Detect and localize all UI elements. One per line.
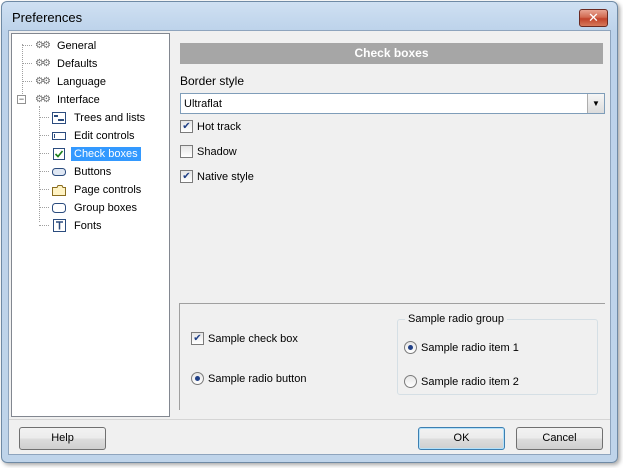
tree-connector [22,45,32,46]
preferences-window: Preferences ✕ ⚙⚙ General ⚙⚙ Defaults ⚙⚙ [1,1,618,463]
border-style-value: Ultraflat [184,97,222,110]
gear-icon: ⚙⚙ [35,94,51,105]
ok-button[interactable]: OK [418,427,505,450]
gear-icon: ⚙⚙ [35,76,51,87]
dialog-body: ⚙⚙ General ⚙⚙ Defaults ⚙⚙ Language − ⚙⚙ … [8,30,611,455]
tree-item-label: Fonts [74,219,102,232]
page-control-icon [51,183,67,197]
hot-track-checkbox[interactable]: ✔ Hot track [180,120,241,133]
dropdown-arrow-icon[interactable]: ▼ [587,94,604,113]
tree-item-fonts[interactable]: Fonts [39,217,105,234]
checkbox-icon [51,147,67,161]
sample-radio-group-title: Sample radio group [405,313,508,325]
native-style-label: Native style [197,170,254,183]
tree-item-label: Trees and lists [74,111,146,124]
radio-selected-icon[interactable] [404,341,417,354]
sample-check-box[interactable]: ✔ Sample check box [191,332,298,345]
tree-item-label: Buttons [74,165,112,178]
tree-connector [22,81,32,82]
tree-item-label: Defaults [57,57,98,70]
checkbox-checked-icon[interactable]: ✔ [180,170,193,183]
tree-connector [39,135,49,136]
native-style-checkbox[interactable]: ✔ Native style [180,170,254,183]
sample-check-box-label: Sample check box [208,332,298,345]
tree-item-check-boxes[interactable]: Check boxes [39,145,141,162]
tree-connector [39,153,49,154]
tree-list-icon [51,111,67,125]
section-header: Check boxes [180,43,603,64]
tree-item-interface[interactable]: − ⚙⚙ Interface [17,91,103,108]
tree-item-edit-controls[interactable]: Edit controls [39,127,138,144]
tree-item-label: Interface [57,93,100,106]
window-title: Preferences [12,10,83,25]
title-bar[interactable]: Preferences ✕ [2,2,617,30]
tree-connector [22,63,32,64]
tree-item-defaults[interactable]: ⚙⚙ Defaults [22,55,100,72]
tree-connector [39,117,49,118]
tree-item-label: Check boxes [71,146,141,161]
sample-radio-item-2-label: Sample radio item 2 [421,375,519,388]
close-icon: ✕ [588,10,599,25]
tree-item-buttons[interactable]: Buttons [39,163,114,180]
tree-item-label: Page controls [74,183,142,196]
hot-track-label: Hot track [197,120,242,133]
sample-radio-item-1[interactable]: Sample radio item 1 [404,341,519,354]
preferences-tree: ⚙⚙ General ⚙⚙ Defaults ⚙⚙ Language − ⚙⚙ … [11,33,170,417]
border-style-label: Border style [180,74,245,88]
tree-item-language[interactable]: ⚙⚙ Language [22,73,109,90]
checkbox-unchecked-icon[interactable] [180,145,193,158]
button-icon [51,165,67,179]
tree-item-page-controls[interactable]: Page controls [39,181,144,198]
gear-icon: ⚙⚙ [35,58,51,69]
tree-item-label: Edit controls [74,129,135,142]
tree-item-trees-and-lists[interactable]: Trees and lists [39,109,148,126]
help-button[interactable]: Help [19,427,106,450]
radio-unselected-icon[interactable] [404,375,417,388]
radio-selected-icon[interactable] [191,372,204,385]
tree-item-label: Language [57,75,106,88]
divider [9,419,610,420]
tree-item-label: General [57,39,97,52]
sample-radio-item-1-label: Sample radio item 1 [421,341,519,354]
font-icon [51,219,67,233]
tree-item-general[interactable]: ⚙⚙ General [22,37,99,54]
group-box-icon [51,201,67,215]
sample-radio-button-label: Sample radio button [208,372,307,385]
gear-icon: ⚙⚙ [35,40,51,51]
collapse-icon[interactable]: − [17,95,26,104]
sample-radio-button[interactable]: Sample radio button [191,372,306,385]
tree-connector [39,207,49,208]
border-style-select[interactable]: Ultraflat ▼ [180,93,605,114]
tree-item-group-boxes[interactable]: Group boxes [39,199,140,216]
close-button[interactable]: ✕ [579,9,608,27]
tree-item-label: Group boxes [74,201,137,214]
cancel-button[interactable]: Cancel [516,427,603,450]
shadow-label: Shadow [197,145,237,158]
checkbox-checked-icon[interactable]: ✔ [191,332,204,345]
edit-control-icon [51,129,67,143]
tree-connector [39,171,49,172]
tree-connector [39,225,49,226]
tree-connector [39,189,49,190]
sample-radio-item-2[interactable]: Sample radio item 2 [404,375,519,388]
shadow-checkbox[interactable]: Shadow [180,145,237,158]
checkbox-checked-icon[interactable]: ✔ [180,120,193,133]
